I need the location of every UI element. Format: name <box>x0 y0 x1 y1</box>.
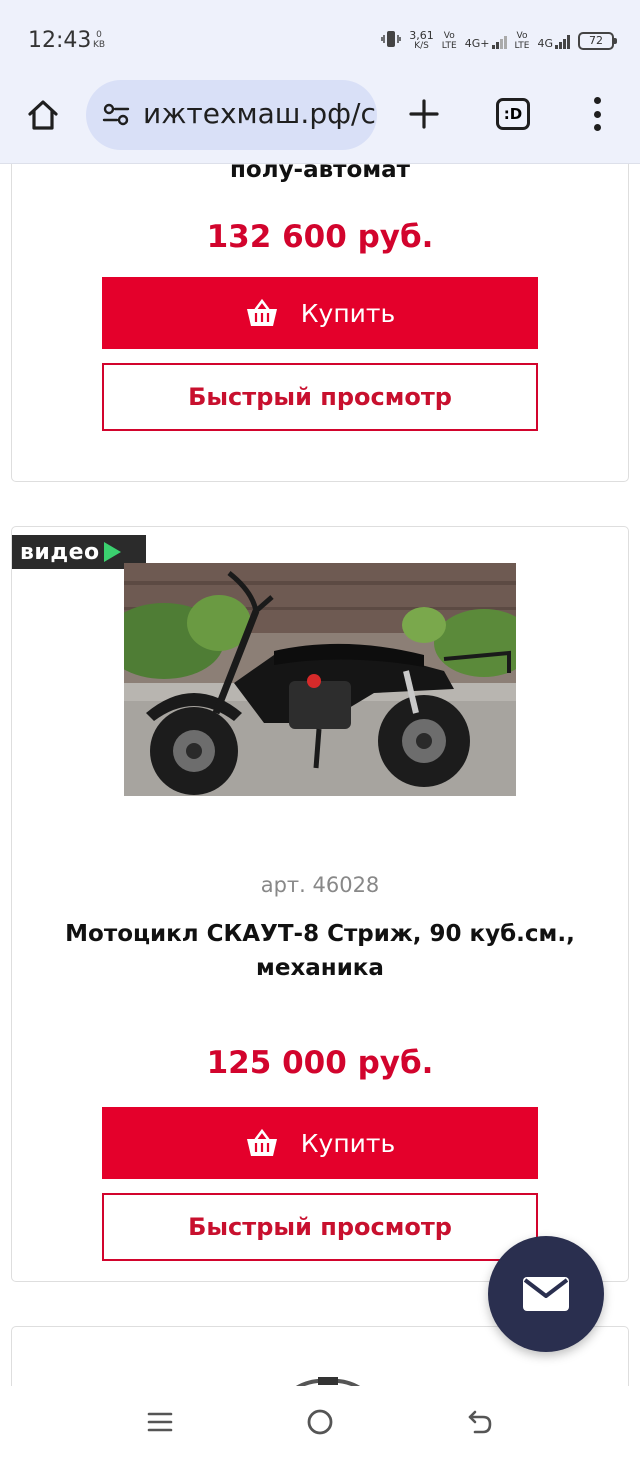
back-icon <box>468 1410 492 1434</box>
product-title[interactable]: Мотоцикл СКАУТ-8 Стриж, 90 куб.см., меха… <box>12 917 628 985</box>
video-badge-label: видео <box>20 539 100 565</box>
more-vert-icon[interactable] <box>584 94 610 134</box>
data-counter: 0 KB <box>93 30 105 50</box>
quick-view-button[interactable]: Быстрый просмотр <box>102 363 538 431</box>
product-price: 132 600 руб. <box>206 219 434 255</box>
recent-apps-button[interactable] <box>140 1404 180 1440</box>
network-type-1: 4G+ <box>464 37 490 50</box>
network-speed-value: 3,61 <box>409 29 434 42</box>
mail-icon <box>523 1277 569 1311</box>
browser-toolbar: ижтехмаш.рф/c :D <box>0 80 640 164</box>
home-icon <box>28 100 58 130</box>
product-image[interactable] <box>124 563 516 796</box>
status-bar: 12:43 0 KB 3,61 K/S Vo LTE 4G+ Vo LTE 4G… <box>0 0 640 80</box>
system-navigation-bar <box>0 1386 640 1458</box>
contact-fab[interactable] <box>488 1236 604 1352</box>
volte-1: Vo LTE <box>442 31 457 51</box>
product-price: 125 000 руб. <box>206 1045 434 1081</box>
address-bar[interactable]: ижтехмаш.рф/c <box>86 80 377 150</box>
buy-button[interactable]: Купить <box>102 277 538 349</box>
vibrate-icon <box>381 29 402 53</box>
product-title-line-2: механика <box>256 955 384 981</box>
signal-2: 4G <box>537 33 570 49</box>
battery-icon: 72 <box>578 32 617 50</box>
volte-2-vo: Vo <box>516 31 528 41</box>
product-image[interactable] <box>288 1373 368 1386</box>
home-nav-button[interactable] <box>300 1404 340 1440</box>
basket-icon <box>246 298 277 326</box>
new-tab-button[interactable] <box>402 92 446 136</box>
volte-2-lte: LTE <box>514 41 530 51</box>
volte-2: Vo LTE <box>515 31 530 51</box>
data-counter-value: 0 <box>96 30 102 40</box>
buy-button-label: Купить <box>300 298 396 328</box>
signal-1-bars-icon <box>491 33 507 49</box>
data-counter-unit: KB <box>93 40 106 50</box>
buy-button[interactable]: Купить <box>102 1107 538 1179</box>
article-number: арт. 46028 <box>260 873 380 897</box>
plus-icon <box>409 99 439 129</box>
volte-1-lte: LTE <box>441 41 457 51</box>
product-card: видео арт. 46028 Мотоцикл СКАУТ-8 Стриж,… <box>11 526 629 1282</box>
site-settings-icon[interactable] <box>102 103 130 131</box>
clock: 12:43 <box>28 28 92 53</box>
back-button[interactable] <box>460 1404 500 1440</box>
url-text[interactable]: ижтехмаш.рф/c <box>143 97 376 130</box>
home-button[interactable] <box>22 94 64 136</box>
signal-1: 4G+ <box>465 33 507 49</box>
network-speed: 3,61 K/S <box>409 29 434 51</box>
home-circle-icon <box>307 1409 333 1435</box>
basket-icon <box>246 1128 277 1156</box>
play-icon <box>103 542 121 562</box>
status-indicators: 3,61 K/S Vo LTE 4G+ Vo LTE 4G 72 <box>381 26 617 56</box>
tabs-button[interactable]: :D <box>496 98 530 130</box>
page-content: полу-автомат 132 600 руб. Купить Быстрый… <box>0 164 640 1386</box>
network-type-2: 4G <box>537 37 553 50</box>
product-title[interactable]: полу-автомат <box>12 164 628 187</box>
buy-button-label: Купить <box>300 1128 396 1158</box>
product-title-line-1: Мотоцикл СКАУТ-8 Стриж, 90 куб.см., <box>65 921 575 947</box>
quick-view-button[interactable]: Быстрый просмотр <box>102 1193 538 1261</box>
network-speed-unit: K/S <box>414 41 429 51</box>
signal-2-bars-icon <box>555 33 570 49</box>
volte-1-vo: Vo <box>443 31 455 41</box>
product-card: полу-автомат 132 600 руб. Купить Быстрый… <box>11 164 629 482</box>
recent-apps-icon <box>147 1412 173 1432</box>
